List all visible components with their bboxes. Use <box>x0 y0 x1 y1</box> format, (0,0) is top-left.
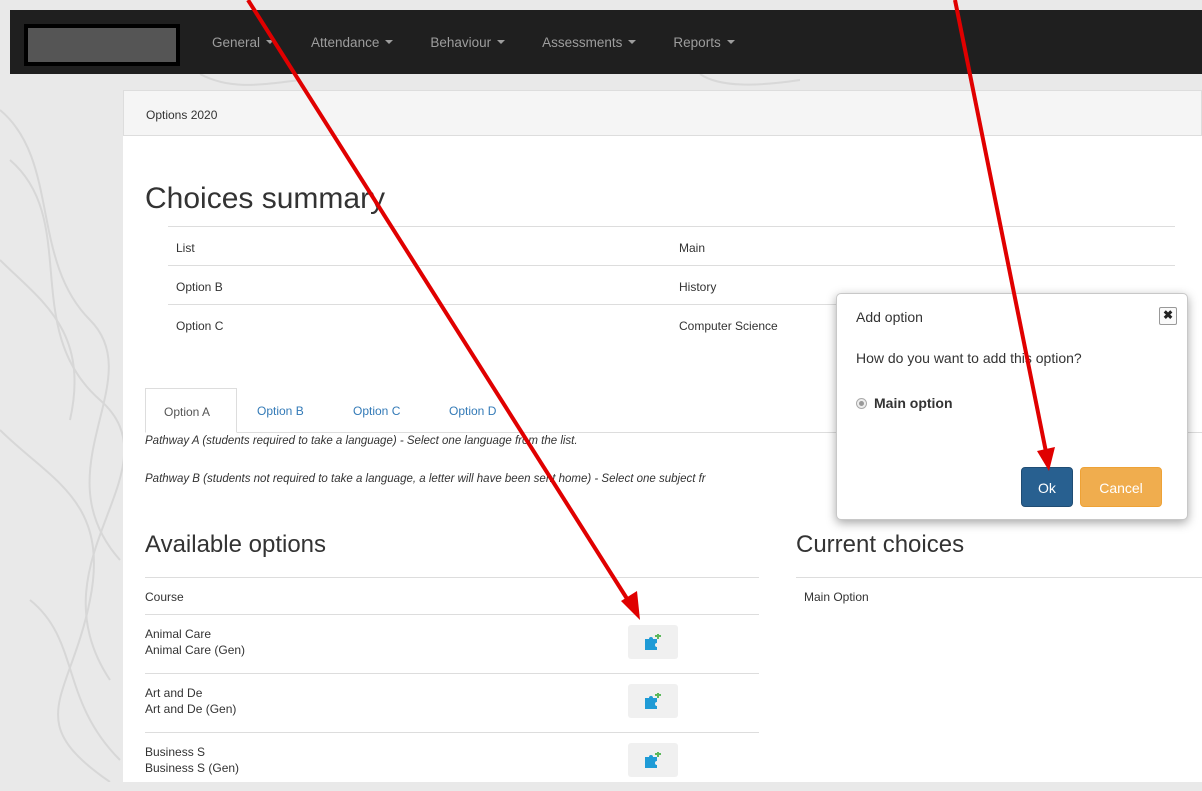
course-subtitle: Business S (Gen) <box>145 761 240 775</box>
table-header: Course <box>145 577 759 614</box>
table-row: Business S Business S (Gen) <box>145 732 759 791</box>
panel-heading-title: Options 2020 <box>146 108 218 122</box>
summary-list-cell: Option C <box>176 319 224 333</box>
main-option-header: Main Option <box>804 590 869 604</box>
top-navbar: General Attendance Behaviour Assessments… <box>10 10 1202 74</box>
current-choices-table: Main Option <box>796 577 1202 614</box>
dialog-title: Add option <box>856 309 923 325</box>
table-row: List Main <box>168 226 1175 265</box>
ok-button[interactable]: Ok <box>1021 467 1073 507</box>
choices-summary-title: Choices summary <box>145 182 386 215</box>
course-name: Art and De <box>145 686 203 700</box>
nav-behaviour[interactable]: Behaviour <box>430 35 506 50</box>
nav-assessments[interactable]: Assessments <box>542 35 637 50</box>
course-name: Animal Care <box>145 627 212 641</box>
summary-list-cell: List <box>176 241 195 255</box>
puzzle-piece-icon <box>645 752 661 768</box>
course-subtitle: Art and De (Gen) <box>145 702 237 716</box>
current-choices-title: Current choices <box>796 531 965 558</box>
table-row: Art and De Art and De (Gen) <box>145 673 759 732</box>
cancel-button[interactable]: Cancel <box>1080 467 1162 507</box>
available-options-table: Course Animal Care Animal Care (Gen) Art… <box>145 577 759 791</box>
summary-main-cell: History <box>679 280 717 294</box>
tab-option-c[interactable]: Option C <box>339 388 419 432</box>
course-name: Business S <box>145 745 206 759</box>
available-options-title: Available options <box>145 531 327 558</box>
summary-main-cell: Main <box>679 241 706 255</box>
tab-option-d[interactable]: Option D <box>435 388 515 432</box>
add-option-dialog: Add option ✖ How do you want to add this… <box>836 293 1188 520</box>
nav-general[interactable]: General <box>212 35 275 50</box>
caret-down-icon <box>385 40 394 44</box>
close-icon[interactable]: ✖ <box>1159 307 1177 325</box>
radio-label: Main option <box>874 395 953 411</box>
add-option-button[interactable] <box>628 625 678 659</box>
course-column-header: Course <box>145 590 184 604</box>
summary-list-cell: Option B <box>176 280 223 294</box>
tab-option-a[interactable]: Option A <box>145 388 237 433</box>
nav-menu: General Attendance Behaviour Assessments… <box>212 10 772 74</box>
caret-down-icon <box>497 40 506 44</box>
course-subtitle: Animal Care (Gen) <box>145 643 246 657</box>
add-option-button[interactable] <box>628 684 678 718</box>
nav-attendance[interactable]: Attendance <box>311 35 394 50</box>
logo-redacted[interactable] <box>24 24 180 66</box>
add-option-button[interactable] <box>628 743 678 777</box>
puzzle-piece-icon <box>645 693 661 709</box>
main-option-radio[interactable]: Main option <box>856 395 953 411</box>
nav-reports[interactable]: Reports <box>673 35 735 50</box>
caret-down-icon <box>726 40 735 44</box>
caret-down-icon <box>266 40 275 44</box>
dialog-question: How do you want to add this option? <box>856 350 1082 366</box>
radio-indicator[interactable] <box>856 397 867 409</box>
pathway-b-text: Pathway B (students not required to take… <box>145 473 706 485</box>
summary-main-cell: Computer Science <box>679 319 778 333</box>
table-row: Animal Care Animal Care (Gen) <box>145 614 759 673</box>
puzzle-piece-icon <box>645 634 661 650</box>
pathway-a-text: Pathway A (students required to take a l… <box>145 435 578 447</box>
table-header: Main Option <box>796 577 1202 614</box>
panel-heading: Options 2020 <box>123 90 1202 136</box>
tab-option-b[interactable]: Option B <box>243 388 323 432</box>
caret-down-icon <box>628 40 637 44</box>
